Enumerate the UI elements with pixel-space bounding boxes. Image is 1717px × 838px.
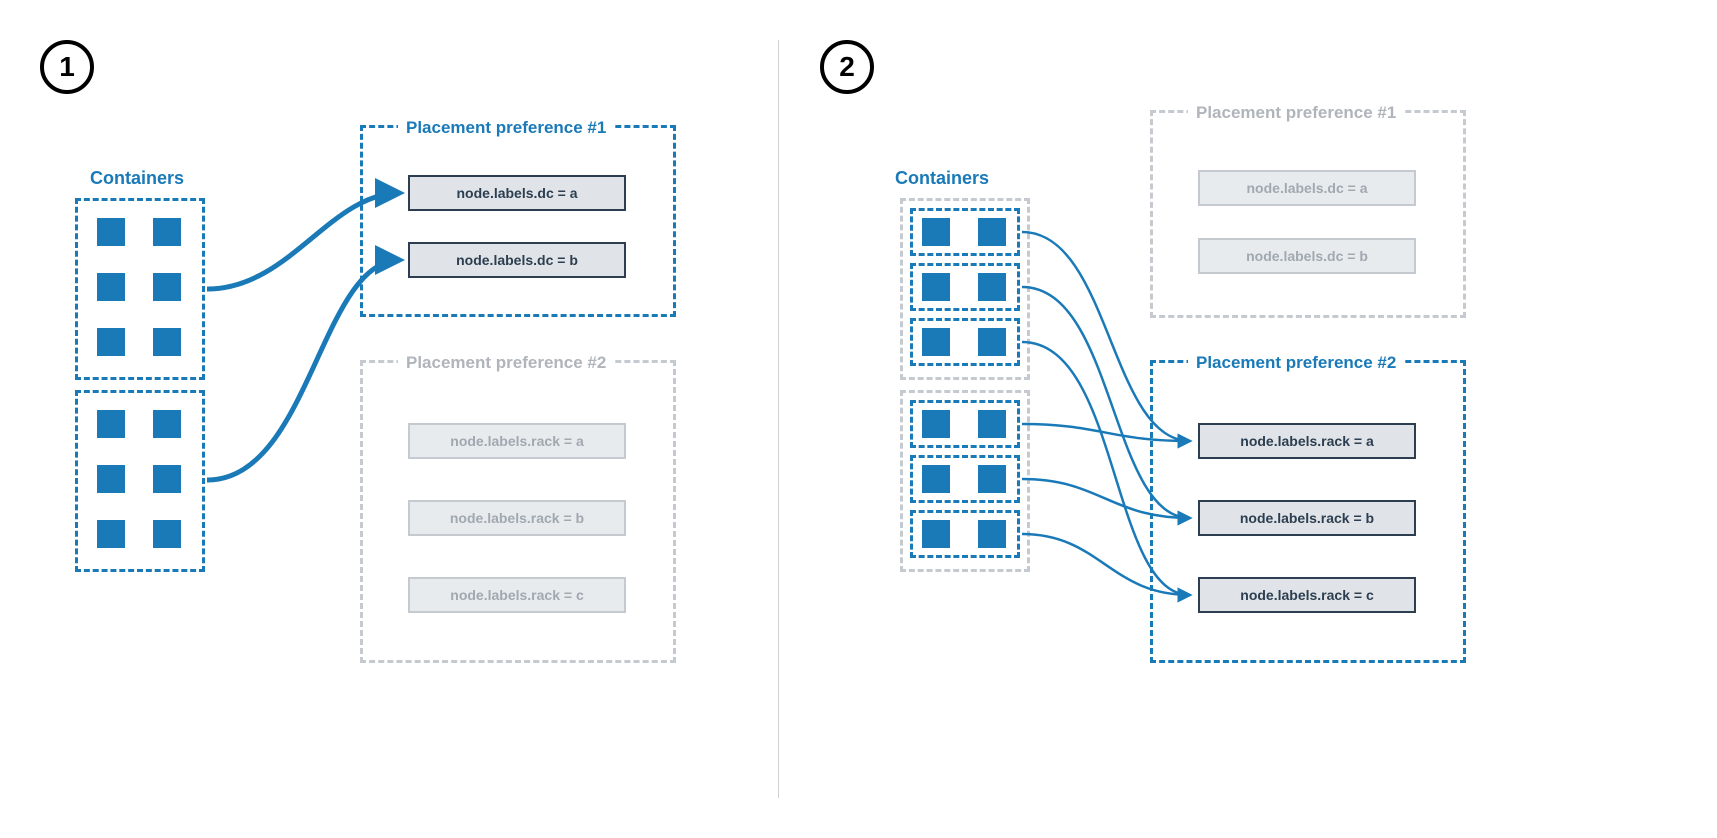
container-square <box>97 273 125 301</box>
container-square <box>97 218 125 246</box>
container-square <box>978 410 1006 438</box>
container-square <box>97 520 125 548</box>
node-rack-c-chip-inactive: node.labels.rack = c <box>408 577 626 613</box>
node-dc-b-chip: node.labels.dc = b <box>408 242 626 278</box>
node-rack-a-chip-inactive: node.labels.rack = a <box>408 423 626 459</box>
node-dc-a-chip: node.labels.dc = a <box>408 175 626 211</box>
container-square <box>978 520 1006 548</box>
containers-label-2: Containers <box>895 168 989 189</box>
container-square <box>978 465 1006 493</box>
node-rack-b-chip-inactive: node.labels.rack = b <box>408 500 626 536</box>
node-dc-a-chip-inactive: node.labels.dc = a <box>1198 170 1416 206</box>
container-square <box>153 465 181 493</box>
node-rack-a-chip: node.labels.rack = a <box>1198 423 1416 459</box>
containers-group-1-top <box>75 198 205 380</box>
container-square <box>922 410 950 438</box>
container-square <box>97 465 125 493</box>
container-square <box>153 328 181 356</box>
node-rack-c-chip: node.labels.rack = c <box>1198 577 1416 613</box>
container-square <box>922 273 950 301</box>
step-1-badge: 1 <box>40 40 94 94</box>
node-dc-b-chip-inactive: node.labels.dc = b <box>1198 238 1416 274</box>
container-square <box>153 218 181 246</box>
containers-group-1-bottom <box>75 390 205 572</box>
pref2-legend-step1: Placement preference #2 <box>398 351 614 375</box>
container-square <box>978 218 1006 246</box>
step-1-number: 1 <box>59 51 75 83</box>
pref1-legend-step2: Placement preference #1 <box>1188 101 1404 125</box>
container-square <box>153 273 181 301</box>
container-square <box>978 273 1006 301</box>
step-2-number: 2 <box>839 51 855 83</box>
container-square <box>922 218 950 246</box>
container-square <box>97 410 125 438</box>
vertical-divider <box>778 40 779 798</box>
pref1-legend-step1: Placement preference #1 <box>398 116 614 140</box>
container-square <box>978 328 1006 356</box>
pref1-box-step1: Placement preference #1 <box>360 125 676 317</box>
container-square <box>922 328 950 356</box>
container-square <box>153 410 181 438</box>
containers-label-1: Containers <box>90 168 184 189</box>
step-2-badge: 2 <box>820 40 874 94</box>
container-square <box>153 520 181 548</box>
container-square <box>922 520 950 548</box>
node-rack-b-chip: node.labels.rack = b <box>1198 500 1416 536</box>
container-square <box>97 328 125 356</box>
pref2-legend-step2: Placement preference #2 <box>1188 351 1404 375</box>
container-square <box>922 465 950 493</box>
pref1-box-step2: Placement preference #1 <box>1150 110 1466 318</box>
